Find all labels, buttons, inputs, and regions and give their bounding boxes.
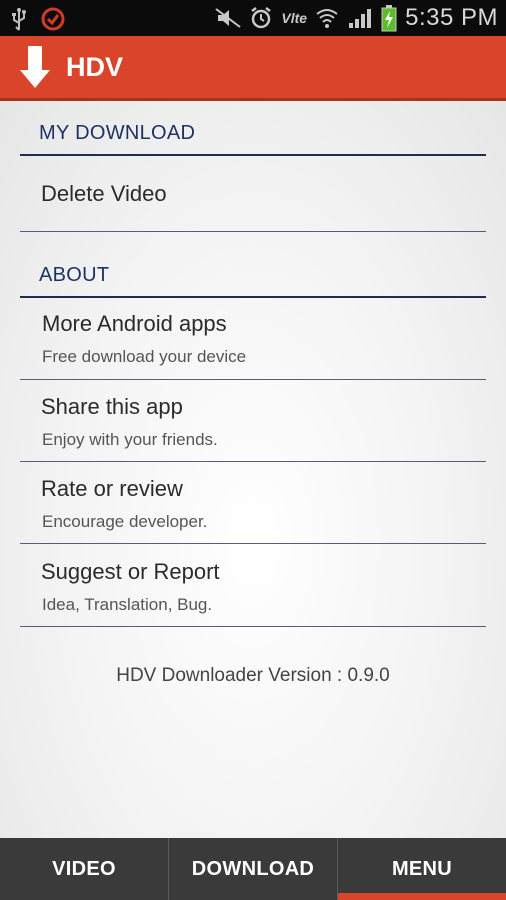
- section-header-label: MY DOWNLOAD: [39, 122, 196, 144]
- section-header-about: ABOUT: [20, 232, 486, 298]
- menu-item-title: Share this app: [41, 394, 183, 419]
- tab-download[interactable]: DOWNLOAD: [168, 838, 337, 900]
- menu-item-subtitle: Enjoy with your friends.: [42, 430, 218, 449]
- tab-label: DOWNLOAD: [191, 857, 315, 880]
- alarm-icon: [251, 7, 272, 29]
- menu-item-delete-video[interactable]: Delete Video: [20, 156, 486, 232]
- tab-label: MENU: [391, 857, 453, 880]
- menu-content: MY DOWNLOAD Delete Video ABOUT More Andr…: [0, 101, 506, 838]
- menu-item-rate-review[interactable]: Rate or review Encourage developer.: [20, 462, 486, 544]
- menu-item-title: Delete Video: [41, 181, 167, 206]
- network-type-indicator: Vlte: [281, 10, 308, 26]
- menu-item-subtitle: Idea, Translation, Bug.: [42, 595, 213, 614]
- menu-item-title: Suggest or Report: [41, 559, 220, 584]
- wifi-icon: [316, 9, 338, 28]
- usb-icon: [12, 8, 26, 31]
- menu-item-subtitle: Free download your device: [42, 347, 247, 366]
- clock: 5:35 PM: [405, 4, 498, 31]
- tab-video[interactable]: VIDEO: [0, 838, 168, 900]
- app-bar: HDV: [0, 36, 506, 101]
- section-header-my-download: MY DOWNLOAD: [20, 101, 486, 156]
- section-header-label: ABOUT: [39, 264, 110, 286]
- app-title: HDV: [66, 52, 124, 82]
- signal-icon: [349, 9, 372, 28]
- menu-item-share-app[interactable]: Share this app Enjoy with your friends.: [20, 380, 486, 462]
- menu-item-more-apps[interactable]: More Android apps Free download your dev…: [20, 298, 486, 380]
- menu-item-title: Rate or review: [41, 476, 183, 501]
- mute-icon: [215, 8, 242, 28]
- menu-item-subtitle: Encourage developer.: [42, 512, 208, 531]
- menu-item-suggest-report[interactable]: Suggest or Report Idea, Translation, Bug…: [20, 544, 486, 627]
- version-label: HDV Downloader Version : 0.9.0: [116, 665, 390, 686]
- tab-label: VIDEO: [52, 857, 116, 880]
- tab-menu[interactable]: MENU: [337, 838, 506, 900]
- battery-charging-icon: [381, 5, 397, 32]
- download-arrow-icon[interactable]: [18, 44, 52, 90]
- status-bar: Vlte 5:35 PM: [0, 0, 506, 36]
- bottom-tab-bar: VIDEO DOWNLOAD MENU: [0, 838, 506, 900]
- menu-item-title: More Android apps: [42, 311, 227, 336]
- download-complete-icon: [41, 7, 65, 31]
